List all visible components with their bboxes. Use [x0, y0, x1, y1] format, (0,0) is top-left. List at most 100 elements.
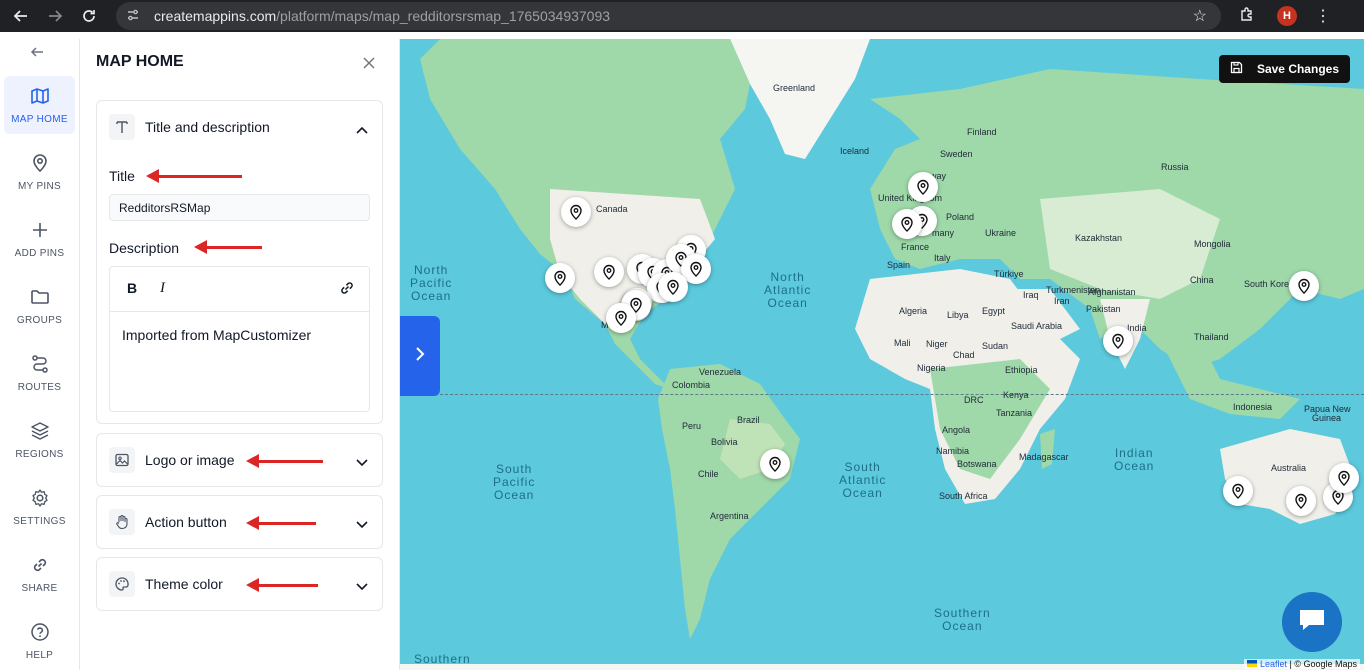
country-label: Greenland: [773, 83, 816, 93]
expand-panel-button[interactable]: [400, 316, 440, 396]
site-settings-icon[interactable]: [126, 8, 144, 25]
ocean-label-southern-partial: Southern: [414, 652, 471, 666]
bookmark-star-icon[interactable]: ☆: [1193, 6, 1207, 26]
map-pin[interactable]: [594, 257, 624, 287]
map-pin[interactable]: [1289, 271, 1319, 301]
map-pin[interactable]: [760, 449, 790, 479]
map-pin[interactable]: [1329, 463, 1359, 493]
map-home-panel: MAP HOME Title and description Title Des…: [80, 39, 400, 670]
rail-item-my-pins[interactable]: MY PINS: [4, 143, 75, 201]
rail-label: ADD PINS: [14, 248, 65, 259]
title-description-section: Title and description Title Description …: [96, 100, 383, 424]
rail-item-add-pins[interactable]: ADD PINS: [4, 210, 75, 268]
rail-item-help[interactable]: HELP: [4, 612, 75, 670]
section-header[interactable]: Logo or image: [109, 447, 235, 473]
folder-icon: [29, 286, 51, 308]
country-label: Sweden: [940, 149, 973, 159]
map-pin[interactable]: [892, 209, 922, 239]
bold-button[interactable]: B: [127, 280, 137, 296]
map-pin[interactable]: [908, 172, 938, 202]
map-pin[interactable]: [1286, 486, 1316, 516]
text-icon: [109, 114, 135, 140]
chevron-down-icon[interactable]: [356, 578, 368, 596]
rail-item-map-home[interactable]: MAP HOME: [4, 76, 75, 134]
chevron-down-icon[interactable]: [356, 516, 368, 534]
country-label: Angola: [942, 425, 971, 435]
country-label: Pakistan: [1086, 304, 1121, 314]
rail-item-share[interactable]: SHARE: [4, 545, 75, 603]
country-label: Brazil: [737, 415, 760, 425]
map-pin[interactable]: [1103, 326, 1133, 356]
chevron-down-icon[interactable]: [356, 454, 368, 472]
italic-button[interactable]: I: [160, 280, 165, 297]
map-pin[interactable]: [561, 197, 591, 227]
section-label: Action button: [145, 514, 227, 530]
country-label: South Africa: [939, 491, 988, 501]
profile-avatar[interactable]: H: [1277, 6, 1297, 26]
leaflet-link[interactable]: Leaflet: [1260, 659, 1287, 669]
action-button-section[interactable]: Action button: [96, 495, 383, 549]
extensions-icon[interactable]: [1239, 6, 1255, 26]
map-pin[interactable]: [545, 263, 575, 293]
country-label: Finland: [967, 127, 997, 137]
address-bar[interactable]: createmappins.com/platform/maps/map_redd…: [116, 2, 1221, 30]
map-pin[interactable]: [606, 303, 636, 333]
save-changes-button[interactable]: Save Changes: [1218, 55, 1350, 83]
rail-item-routes[interactable]: ROUTES: [4, 344, 75, 402]
country-label: Argentina: [710, 511, 749, 521]
rail-item-groups[interactable]: GROUPS: [4, 277, 75, 335]
section-header[interactable]: Theme color: [109, 571, 223, 597]
rail-label: ROUTES: [17, 382, 62, 393]
country-label: Chad: [953, 350, 975, 360]
map-attribution: Leaflet | © Google Maps: [1244, 659, 1360, 669]
world-map[interactable]: Greenland Iceland Finland Sweden Russia …: [400, 39, 1364, 670]
ocean-label-indian: Indian Ocean: [1114, 446, 1155, 473]
country-label: Ethiopia: [1005, 365, 1038, 375]
close-icon[interactable]: [363, 53, 375, 74]
description-text[interactable]: Imported from MapCustomizer: [122, 327, 311, 343]
title-input[interactable]: [109, 194, 370, 221]
rail-item-regions[interactable]: REGIONS: [4, 411, 75, 469]
annotation-arrow: [246, 578, 318, 592]
section-header[interactable]: Action button: [109, 509, 227, 535]
route-icon: [29, 353, 51, 375]
chevron-up-icon[interactable]: [356, 121, 368, 139]
country-label: Chile: [698, 469, 719, 479]
url-path: /platform/maps/map_redditorsrsmap_176503…: [276, 8, 611, 24]
country-label: Nigeria: [917, 363, 946, 373]
country-label: Australia: [1271, 463, 1307, 473]
description-editor[interactable]: B I Imported from MapCustomizer: [109, 266, 370, 412]
description-label: Description: [109, 240, 180, 256]
rail-item-settings[interactable]: SETTINGS: [4, 478, 75, 536]
back-icon[interactable]: [8, 3, 34, 29]
section-header[interactable]: Title and description: [109, 114, 270, 140]
rail-label: MAP HOME: [11, 114, 68, 125]
browser-menu-icon[interactable]: ⋮: [1315, 6, 1331, 26]
country-label: Iran: [1054, 296, 1070, 306]
gear-icon: [29, 487, 51, 509]
pin-icon: [29, 152, 51, 174]
chat-support-button[interactable]: [1282, 592, 1342, 652]
attribution-text: | © Google Maps: [1286, 659, 1357, 669]
country-label: Madagascar: [1019, 452, 1069, 462]
back-arrow-icon[interactable]: [30, 45, 44, 64]
annotation-arrow: [246, 516, 316, 530]
logo-image-section[interactable]: Logo or image: [96, 433, 383, 487]
ocean-label-south-atlantic: South Atlantic Ocean: [839, 460, 887, 500]
annotation-arrow: [194, 240, 262, 254]
forward-icon[interactable]: [42, 3, 68, 29]
country-label: France: [901, 242, 930, 252]
reload-icon[interactable]: [76, 3, 102, 29]
country-label: Guinea: [1312, 413, 1342, 423]
theme-color-section[interactable]: Theme color: [96, 557, 383, 611]
country-label: Italy: [934, 253, 951, 263]
map-pin[interactable]: [1223, 476, 1253, 506]
chevron-right-icon: [415, 346, 425, 366]
country-label: Peru: [682, 421, 702, 431]
country-label: Afghanistan: [1088, 287, 1136, 297]
link-icon[interactable]: [339, 280, 355, 299]
rail-label: GROUPS: [16, 315, 63, 326]
plus-icon: [29, 219, 51, 241]
map-pin[interactable]: [658, 272, 688, 302]
flag-icon: [1247, 659, 1258, 669]
